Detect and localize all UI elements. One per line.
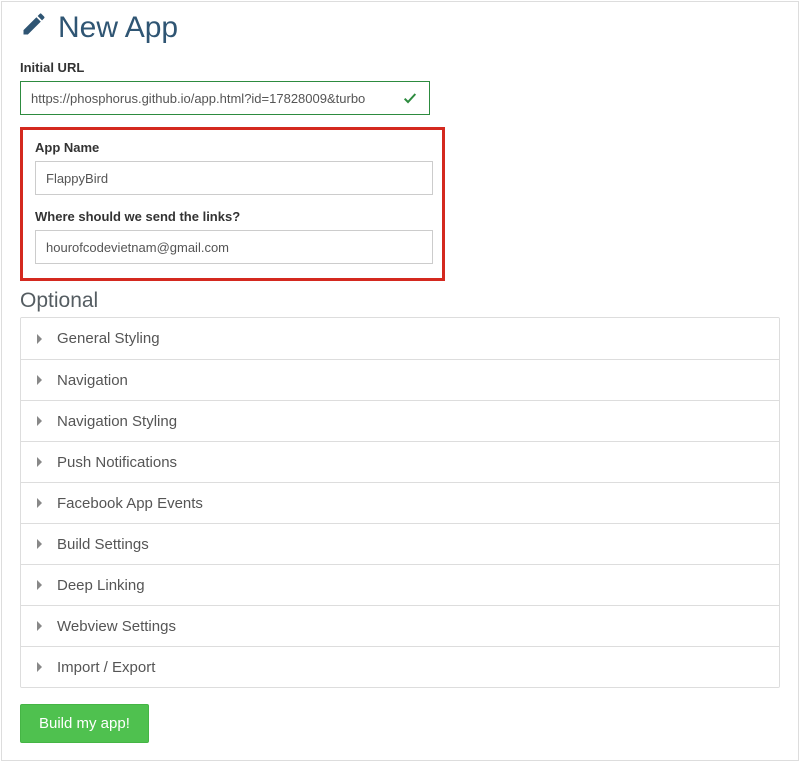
accordion-item-label: Navigation [57, 372, 128, 389]
email-label: Where should we send the links? [35, 209, 430, 224]
accordion-item-label: Navigation Styling [57, 413, 177, 430]
accordion-item-label: Push Notifications [57, 454, 177, 471]
optional-heading: Optional [20, 289, 780, 313]
page-title-text: New App [58, 11, 178, 45]
chevron-right-icon [35, 416, 45, 426]
accordion-item[interactable]: General Styling [21, 318, 779, 359]
accordion-item-label: General Styling [57, 330, 160, 347]
build-app-button[interactable]: Build my app! [20, 704, 149, 743]
new-app-panel: New App Initial URL App Name Where shoul… [1, 1, 799, 761]
chevron-right-icon [35, 375, 45, 385]
highlight-box: App Name Where should we send the links? [20, 127, 445, 281]
chevron-right-icon [35, 662, 45, 672]
accordion-item[interactable]: Push Notifications [21, 441, 779, 482]
accordion-item-label: Facebook App Events [57, 495, 203, 512]
accordion-item-label: Webview Settings [57, 618, 176, 635]
accordion-item[interactable]: Facebook App Events [21, 482, 779, 523]
email-input[interactable] [35, 230, 433, 264]
page-title: New App [20, 2, 780, 60]
accordion-item[interactable]: Import / Export [21, 646, 779, 687]
accordion-item-label: Deep Linking [57, 577, 145, 594]
accordion-item[interactable]: Build Settings [21, 523, 779, 564]
accordion-item[interactable]: Navigation Styling [21, 400, 779, 441]
optional-accordion: General Styling Navigation Navigation Styl… [20, 317, 780, 688]
accordion-item[interactable]: Deep Linking [21, 564, 779, 605]
pencil-icon [20, 10, 48, 46]
initial-url-section: Initial URL [20, 60, 780, 115]
app-name-label: App Name [35, 140, 430, 155]
chevron-right-icon [35, 334, 45, 344]
accordion-item-label: Build Settings [57, 536, 149, 553]
accordion-item-label: Import / Export [57, 659, 155, 676]
chevron-right-icon [35, 457, 45, 467]
app-name-input[interactable] [35, 161, 433, 195]
initial-url-row [20, 81, 430, 115]
accordion-item[interactable]: Webview Settings [21, 605, 779, 646]
chevron-right-icon [35, 580, 45, 590]
chevron-right-icon [35, 539, 45, 549]
initial-url-label: Initial URL [20, 60, 780, 75]
accordion-item[interactable]: Navigation [21, 359, 779, 400]
check-icon [391, 82, 429, 114]
app-name-section: App Name [35, 140, 430, 195]
chevron-right-icon [35, 621, 45, 631]
email-section: Where should we send the links? [35, 209, 430, 264]
chevron-right-icon [35, 498, 45, 508]
initial-url-input[interactable] [21, 82, 391, 114]
